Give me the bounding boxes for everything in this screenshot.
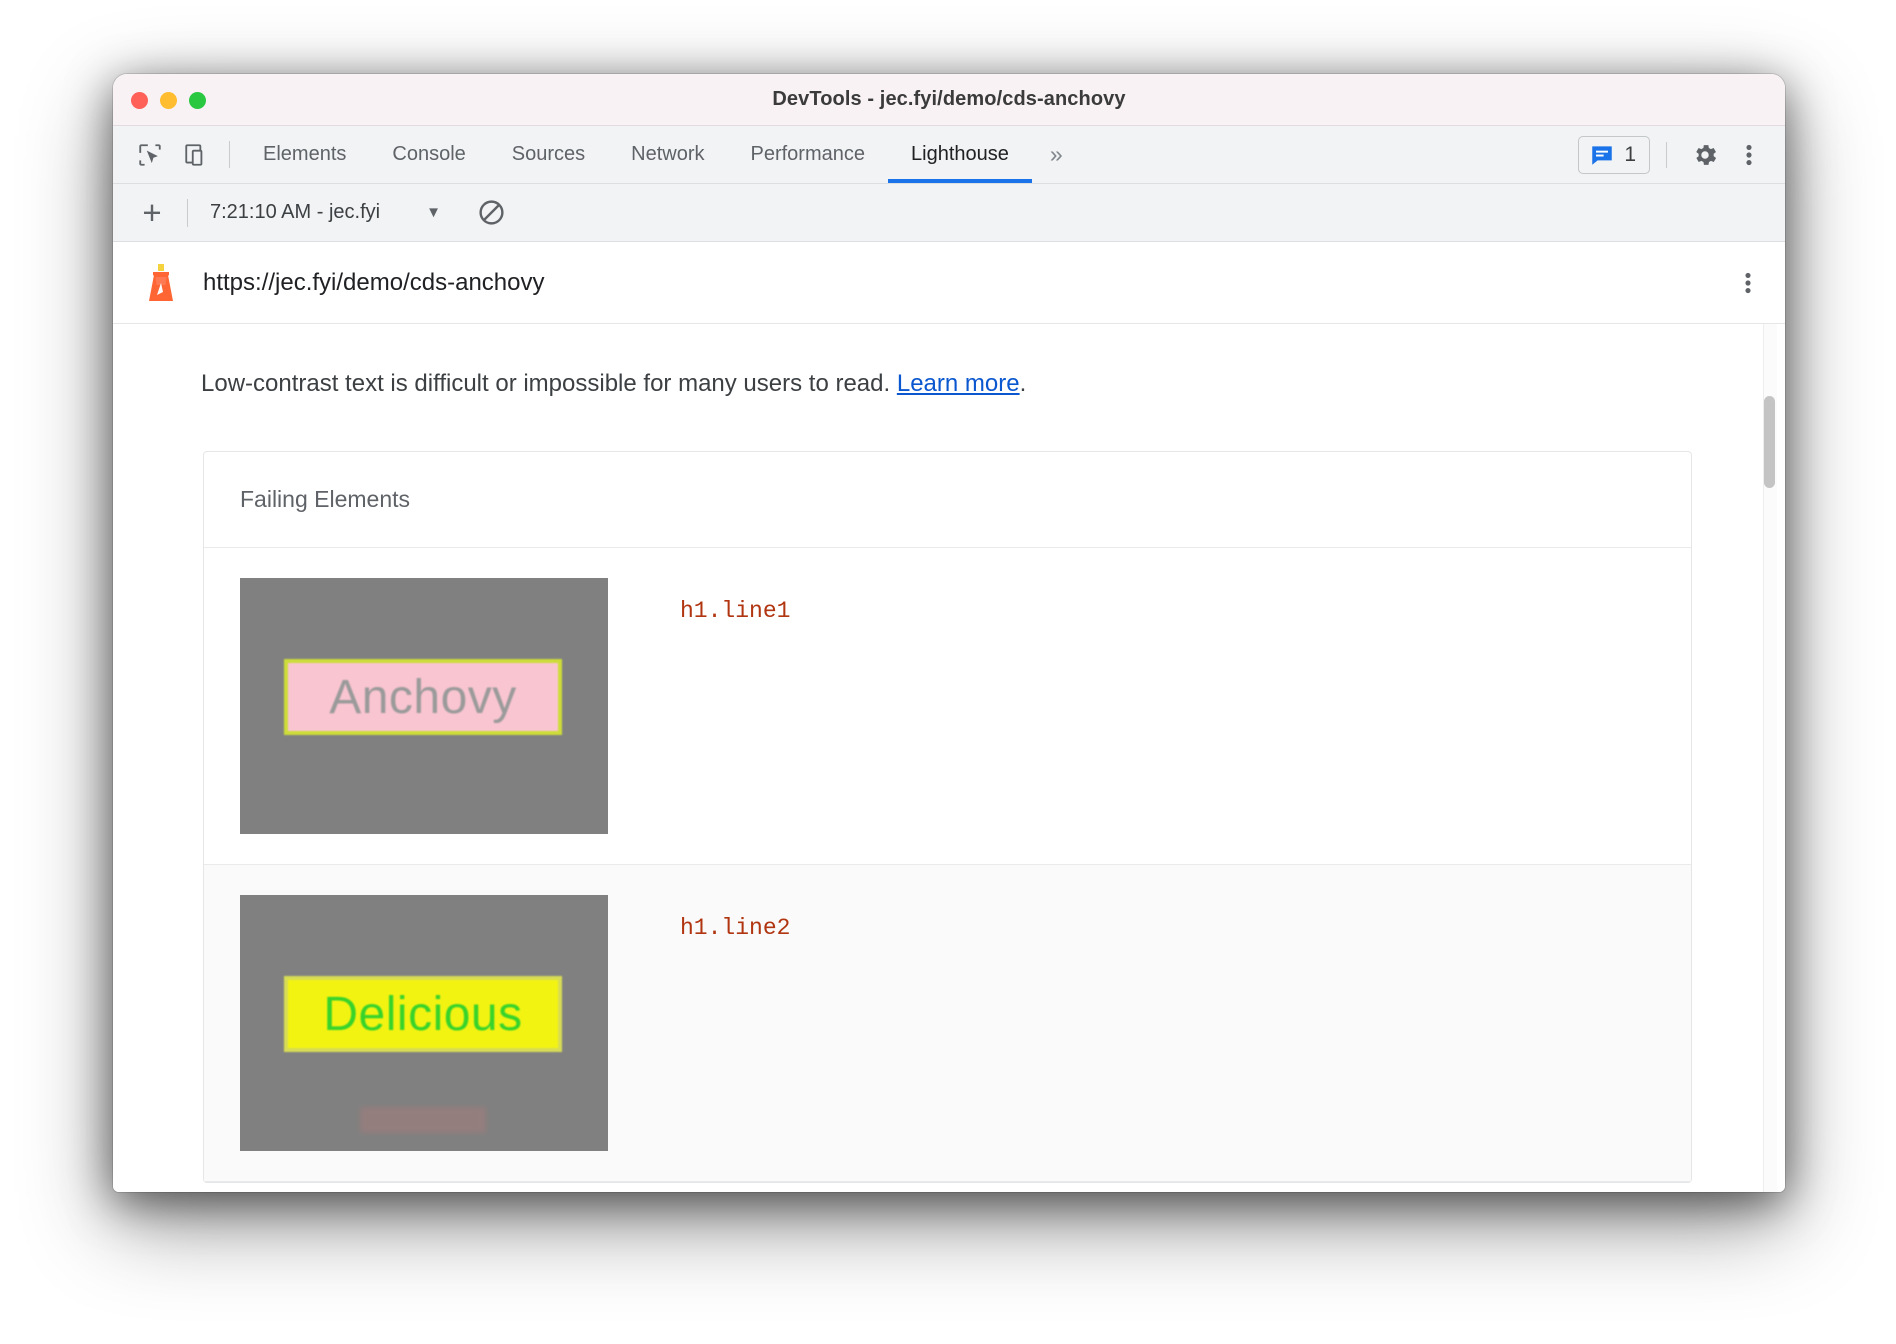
lighthouse-icon bbox=[141, 263, 181, 303]
new-report-button[interactable]: + bbox=[131, 192, 173, 234]
tab-elements[interactable]: Elements bbox=[240, 126, 369, 183]
window-traffic-lights bbox=[131, 74, 206, 126]
device-toolbar-icon[interactable] bbox=[173, 126, 219, 183]
tab-label: Lighthouse bbox=[911, 143, 1009, 166]
clear-no-entry-icon[interactable] bbox=[477, 198, 506, 227]
tab-sources[interactable]: Sources bbox=[489, 126, 608, 183]
more-tabs-icon[interactable]: » bbox=[1032, 126, 1081, 183]
gear-icon[interactable] bbox=[1683, 133, 1727, 177]
tab-network[interactable]: Network bbox=[608, 126, 727, 183]
scrollbar-thumb[interactable] bbox=[1764, 396, 1775, 488]
element-selector: h1.line1 bbox=[680, 598, 790, 624]
report-selector-value: 7:21:10 AM - jec.fyi bbox=[210, 201, 380, 224]
vertical-scrollbar[interactable] bbox=[1763, 324, 1777, 1192]
tab-performance[interactable]: Performance bbox=[728, 126, 889, 183]
toolbar-divider bbox=[1666, 142, 1667, 168]
minimize-window-button[interactable] bbox=[160, 92, 177, 109]
panel-tabs: Elements Console Sources Network Perform… bbox=[240, 126, 1032, 183]
tab-lighthouse[interactable]: Lighthouse bbox=[888, 126, 1032, 183]
report-kebab-menu-icon[interactable] bbox=[1737, 269, 1759, 297]
close-window-button[interactable] bbox=[131, 92, 148, 109]
window-titlebar: DevTools - jec.fyi/demo/cds-anchovy bbox=[113, 74, 1785, 126]
faded-text-blob bbox=[360, 1107, 486, 1133]
tab-label: Console bbox=[392, 143, 465, 166]
inspect-cursor-icon[interactable] bbox=[127, 126, 173, 183]
failing-elements-title: Failing Elements bbox=[204, 452, 1691, 548]
screenshot-stage: DevTools - jec.fyi/demo/cds-anchovy Elem… bbox=[0, 0, 1896, 1344]
report-url: https://jec.fyi/demo/cds-anchovy bbox=[203, 269, 544, 297]
tab-label: Elements bbox=[263, 143, 346, 166]
devtools-tabstrip: Elements Console Sources Network Perform… bbox=[113, 126, 1785, 184]
element-selector: h1.line2 bbox=[680, 915, 790, 941]
failing-elements-card: Failing Elements Anchovy h1.line1 Delici… bbox=[203, 451, 1692, 1183]
window-title: DevTools - jec.fyi/demo/cds-anchovy bbox=[113, 88, 1785, 111]
element-thumbnail[interactable]: Delicious bbox=[240, 895, 608, 1151]
element-thumbnail[interactable]: Anchovy bbox=[240, 578, 608, 834]
audit-description-period: . bbox=[1020, 370, 1027, 397]
tab-label: Network bbox=[631, 143, 704, 166]
chevron-down-icon: ▼ bbox=[426, 204, 441, 221]
tabstrip-right-controls: 1 bbox=[1578, 126, 1785, 183]
issues-message-icon bbox=[1589, 142, 1615, 168]
highlighted-element-text: Delicious bbox=[284, 976, 562, 1052]
learn-more-link[interactable]: Learn more bbox=[897, 370, 1020, 397]
tab-label: Sources bbox=[512, 143, 585, 166]
devtools-window: DevTools - jec.fyi/demo/cds-anchovy Elem… bbox=[113, 74, 1785, 1192]
audit-description-text: Low-contrast text is difficult or imposs… bbox=[201, 370, 890, 397]
highlighted-element-text: Anchovy bbox=[284, 659, 562, 735]
report-header: https://jec.fyi/demo/cds-anchovy bbox=[113, 242, 1785, 324]
report-selector[interactable]: 7:21:10 AM - jec.fyi ▼ bbox=[210, 201, 441, 224]
table-row[interactable]: Delicious h1.line2 bbox=[204, 865, 1691, 1182]
toolbar-divider bbox=[229, 141, 230, 168]
toolbar-divider bbox=[187, 199, 188, 227]
issues-badge[interactable]: 1 bbox=[1578, 136, 1650, 174]
zoom-window-button[interactable] bbox=[189, 92, 206, 109]
report-body: Low-contrast text is difficult or imposs… bbox=[113, 324, 1785, 1192]
tab-console[interactable]: Console bbox=[369, 126, 488, 183]
lighthouse-run-toolbar: + 7:21:10 AM - jec.fyi ▼ bbox=[113, 184, 1785, 242]
table-row[interactable]: Anchovy h1.line1 bbox=[204, 548, 1691, 865]
kebab-menu-icon[interactable] bbox=[1727, 133, 1771, 177]
issues-count: 1 bbox=[1624, 143, 1636, 167]
audit-description: Low-contrast text is difficult or imposs… bbox=[113, 324, 1739, 399]
tab-label: Performance bbox=[751, 143, 866, 166]
